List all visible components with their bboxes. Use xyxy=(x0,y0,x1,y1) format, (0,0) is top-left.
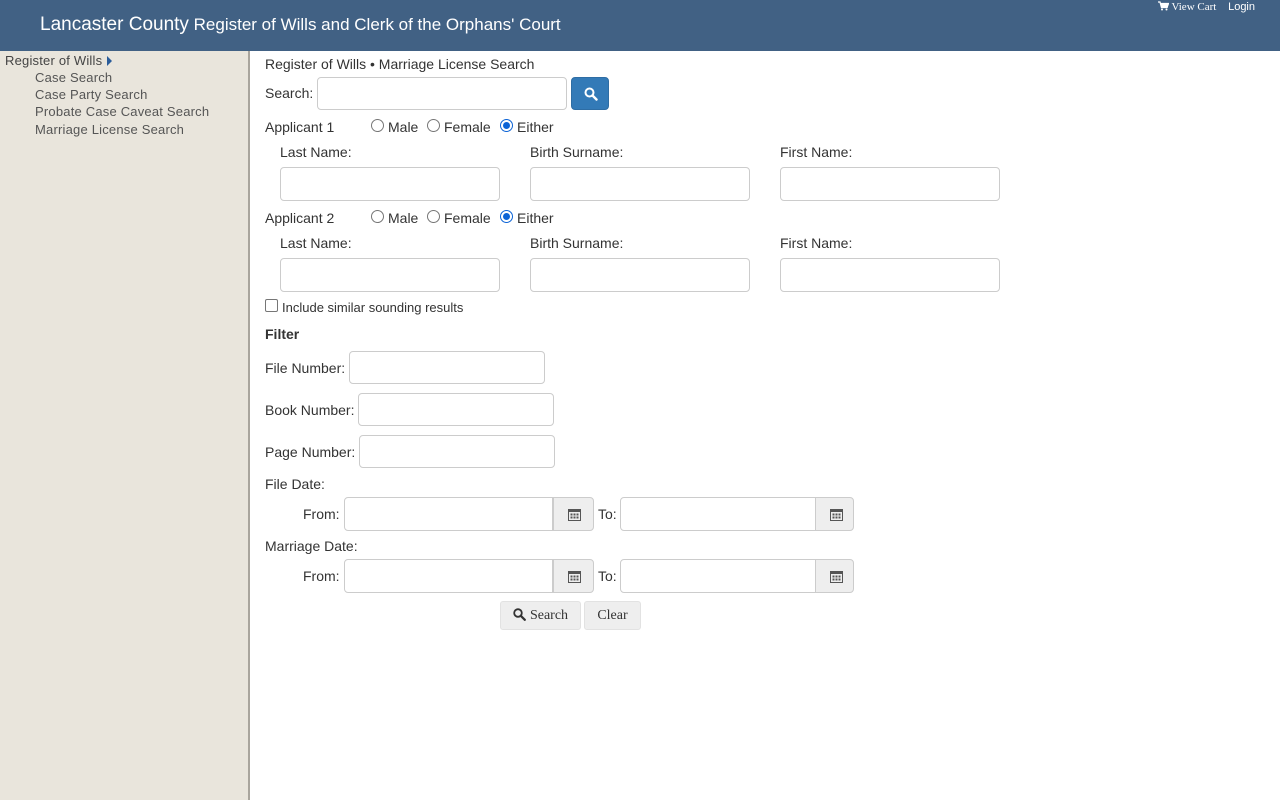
sidebar-item-probate-case-caveat-search[interactable]: Probate Case Caveat Search xyxy=(35,104,209,119)
applicant2-female-radio[interactable] xyxy=(427,210,440,223)
marriage-date-label: Marriage Date: xyxy=(265,538,358,554)
applicant1-first-name-input[interactable] xyxy=(780,167,1000,201)
marriage-date-to-label: To: xyxy=(598,568,617,584)
similar-sounding-checkbox[interactable] xyxy=(265,299,278,312)
applicant2-birth-surname-label: Birth Surname: xyxy=(530,235,624,251)
file-date-label: File Date: xyxy=(265,476,325,492)
page-number-input[interactable] xyxy=(359,435,555,468)
app-header: Lancaster County Register of Wills and C… xyxy=(0,0,1280,51)
marriage-date-from-input[interactable] xyxy=(344,559,553,593)
marriage-date-from-calendar-button[interactable] xyxy=(553,559,594,593)
breadcrumb: Register of Wills • Marriage License Sea… xyxy=(265,56,535,72)
view-cart-link[interactable]: View Cart xyxy=(1158,1,1219,13)
calendar-icon xyxy=(830,571,843,583)
file-date-to-label: To: xyxy=(598,506,617,522)
file-date-from-group xyxy=(344,497,594,531)
applicant1-birth-surname-input[interactable] xyxy=(530,167,750,201)
file-number-label: File Number: xyxy=(265,360,346,376)
calendar-icon xyxy=(568,571,581,583)
applicant2-male-radio[interactable] xyxy=(371,210,384,223)
caret-right-icon xyxy=(107,56,113,66)
applicant1-first-name-label: First Name: xyxy=(780,144,853,160)
county-name: Lancaster County xyxy=(40,14,189,35)
similar-sounding-label: Include similar sounding results xyxy=(282,300,464,315)
marriage-date-from-group xyxy=(344,559,594,593)
search-label: Search: xyxy=(265,85,314,101)
sidebar-root-label: Register of Wills xyxy=(5,53,103,68)
file-date-to-input[interactable] xyxy=(620,497,816,531)
sidebar-item-case-party-search[interactable]: Case Party Search xyxy=(35,87,148,102)
search-icon xyxy=(584,87,598,101)
applicant1-female-radio[interactable] xyxy=(427,119,440,132)
marriage-date-from-label: From: xyxy=(303,568,340,584)
applicant1-either-radio[interactable] xyxy=(500,119,513,132)
file-date-from-calendar-button[interactable] xyxy=(553,497,594,531)
applicant1-male-radio[interactable] xyxy=(371,119,384,132)
page-number-label: Page Number: xyxy=(265,444,356,460)
applicant2-birth-surname-input[interactable] xyxy=(530,258,750,292)
search-icon-button[interactable] xyxy=(571,77,609,110)
applicant1-birth-surname-label: Birth Surname: xyxy=(530,144,624,160)
file-date-to-calendar-button[interactable] xyxy=(815,497,854,531)
office-name: Register of Wills and Clerk of the Orpha… xyxy=(193,15,561,34)
sidebar: Register of Wills Case Search Case Party… xyxy=(0,51,250,800)
applicant2-either-label: Either xyxy=(517,210,554,226)
filter-title: Filter xyxy=(265,326,300,342)
applicant1-last-name-label: Last Name: xyxy=(280,144,352,160)
book-number-input[interactable] xyxy=(358,393,554,426)
applicant1-label: Applicant 1 xyxy=(265,119,335,135)
marriage-date-to-input[interactable] xyxy=(620,559,816,593)
applicant1-male-label: Male xyxy=(388,119,419,135)
search-button[interactable]: Search xyxy=(500,601,581,630)
file-number-input[interactable] xyxy=(349,351,545,384)
main-content: Register of Wills • Marriage License Sea… xyxy=(250,51,1280,800)
applicant2-last-name-label: Last Name: xyxy=(280,235,352,251)
applicant2-male-label: Male xyxy=(388,210,419,226)
applicant2-first-name-label: First Name: xyxy=(780,235,853,251)
sidebar-root-register-of-wills[interactable]: Register of Wills xyxy=(5,53,113,68)
applicant2-either-radio[interactable] xyxy=(500,210,513,223)
applicant2-last-name-input[interactable] xyxy=(280,258,500,292)
applicant1-last-name-input[interactable] xyxy=(280,167,500,201)
applicant1-either-label: Either xyxy=(517,119,554,135)
book-number-label: Book Number: xyxy=(265,402,355,418)
file-date-from-input[interactable] xyxy=(344,497,553,531)
cart-icon xyxy=(1158,1,1170,11)
file-date-from-label: From: xyxy=(303,506,340,522)
marriage-date-to-group xyxy=(620,559,854,593)
search-input[interactable] xyxy=(317,77,567,110)
search-button-label: Search xyxy=(529,608,569,623)
file-date-to-group xyxy=(620,497,854,531)
top-nav: View Cart Login xyxy=(1158,1,1255,13)
sidebar-item-case-search[interactable]: Case Search xyxy=(35,70,112,85)
sidebar-item-marriage-license-search[interactable]: Marriage License Search xyxy=(35,122,184,137)
page-header-title: Lancaster County Register of Wills and C… xyxy=(40,14,561,36)
search-icon xyxy=(513,608,526,621)
view-cart-label: View Cart xyxy=(1171,1,1217,13)
login-link[interactable]: Login xyxy=(1228,1,1255,13)
calendar-icon xyxy=(830,509,843,521)
applicant2-female-label: Female xyxy=(444,210,491,226)
applicant2-label: Applicant 2 xyxy=(265,210,335,226)
marriage-date-to-calendar-button[interactable] xyxy=(815,559,854,593)
calendar-icon xyxy=(568,509,581,521)
applicant1-female-label: Female xyxy=(444,119,491,135)
applicant2-first-name-input[interactable] xyxy=(780,258,1000,292)
clear-button[interactable]: Clear xyxy=(584,601,641,630)
